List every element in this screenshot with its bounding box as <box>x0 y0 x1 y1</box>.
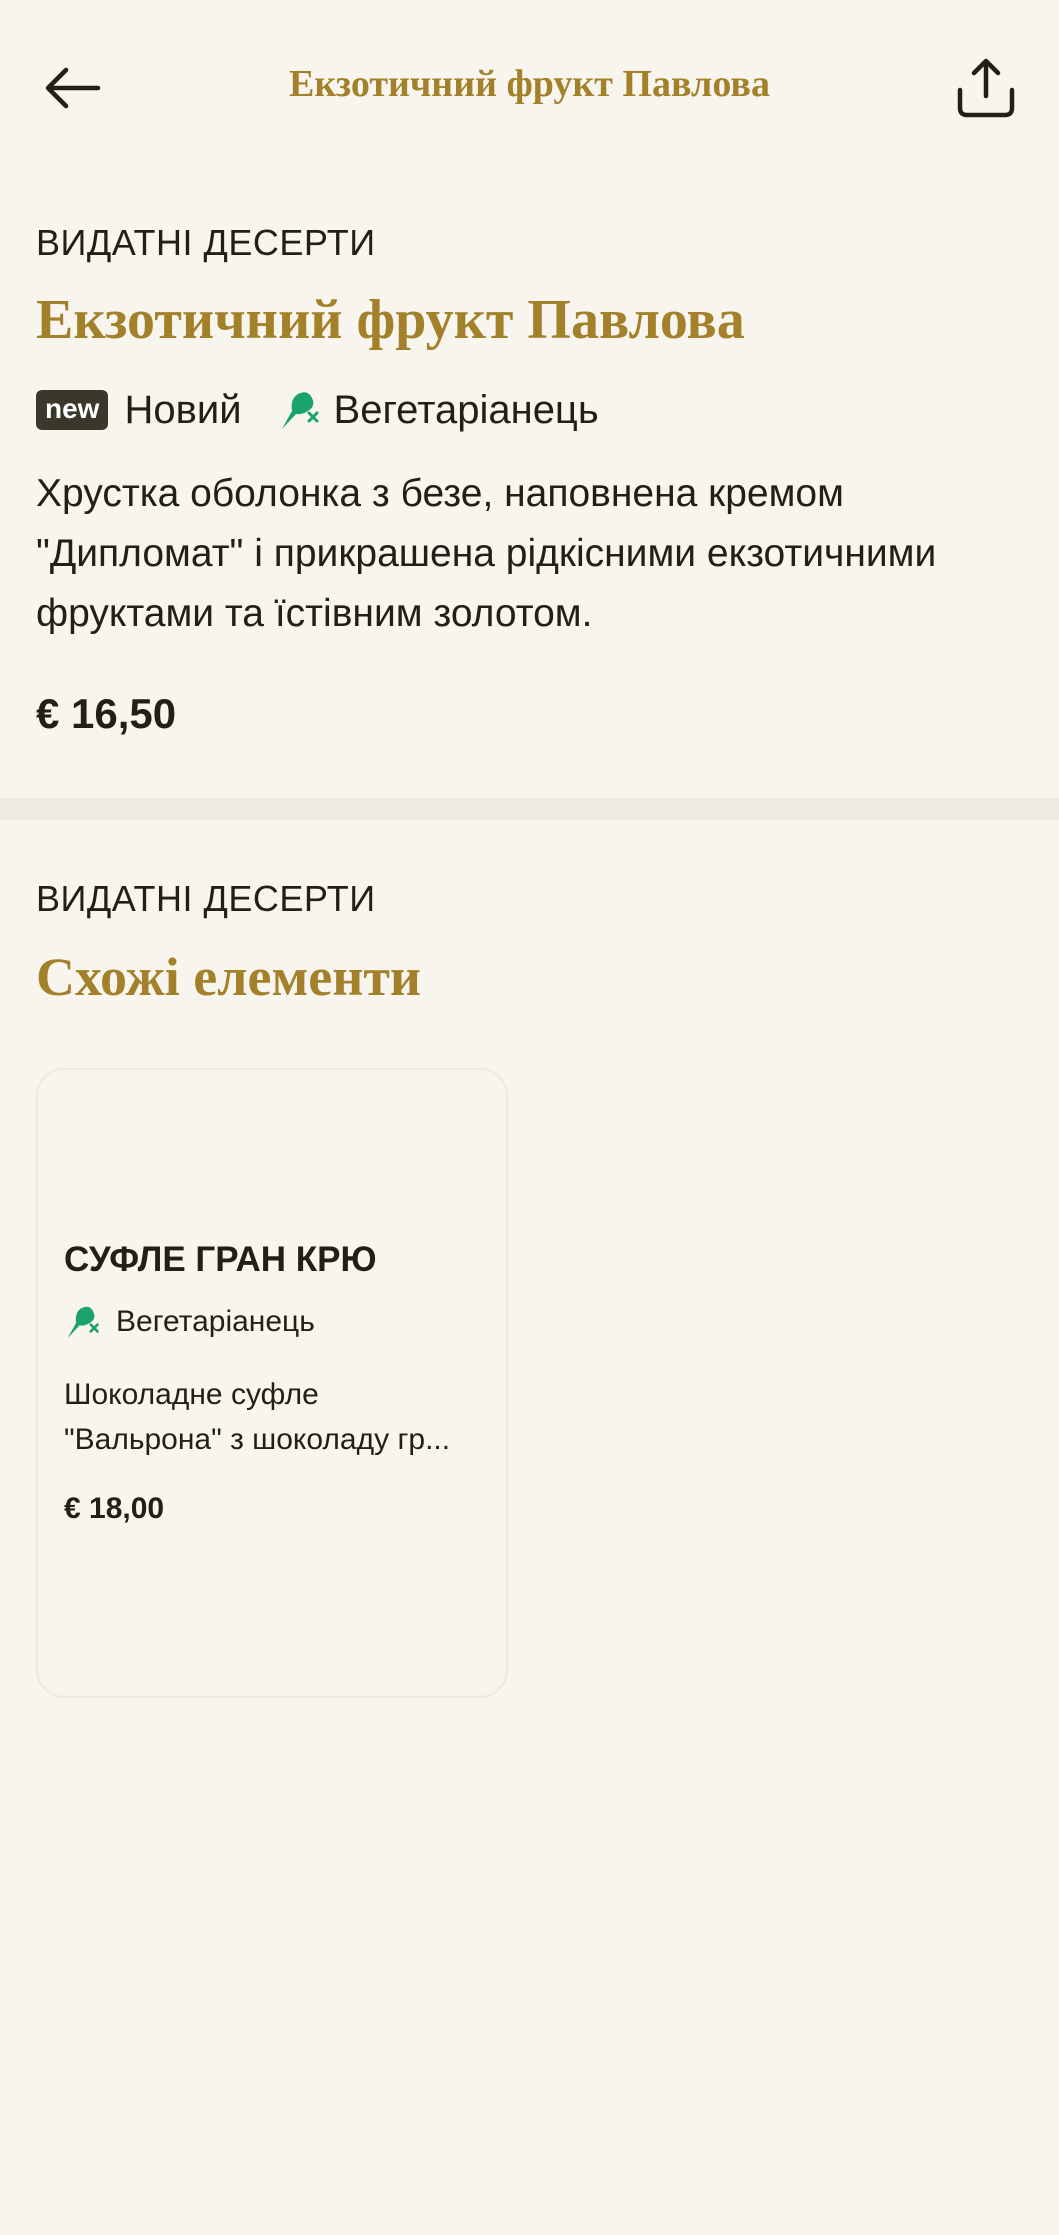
product-section: ВИДАТНІ ДЕСЕРТИ Екзотичний фрукт Павлова… <box>0 170 1059 798</box>
related-item-description: Шоколадне суфле "Вальрона" з шоколаду гр… <box>64 1372 484 1462</box>
topbar-title: Екзотичний фрукт Павлова <box>289 63 770 105</box>
share-icon <box>957 58 1015 118</box>
product-price: € 16,50 <box>36 690 177 737</box>
related-item-desc-line: "Вальрона" з шоколаду гр... <box>64 1423 451 1456</box>
new-badge: new <box>36 390 109 430</box>
tag-vegetarian-label: Вегетаріанець <box>333 387 599 432</box>
back-button[interactable] <box>36 52 108 124</box>
related-item-title: СУФЛЕ ГРАН КРЮ <box>64 1240 377 1279</box>
related-item-tag-label: Вегетаріанець <box>116 1305 315 1338</box>
product-category: ВИДАТНІ ДЕСЕРТИ <box>36 222 376 263</box>
vegetarian-icon <box>281 392 319 429</box>
related-title: Схожі елементи <box>36 947 421 1007</box>
related-item-desc-line: Шоколадне суфле <box>64 1378 319 1411</box>
related-category: ВИДАТНІ ДЕСЕРТИ <box>36 878 376 919</box>
related-item-card[interactable]: СУФЛЕ ГРАН КРЮ Вегетаріанець Шоколадне с… <box>36 1068 508 1698</box>
vegetarian-icon <box>67 1306 99 1339</box>
related-item-price: € 18,00 <box>64 1492 165 1525</box>
product-title: Екзотичний фрукт Павлова <box>36 289 745 351</box>
arrow-left-icon <box>45 67 101 109</box>
product-description: Хрустка оболонка з безе, наповнена кремо… <box>36 472 937 635</box>
top-bar: Екзотичний фрукт Павлова <box>0 0 1059 170</box>
tag-new-label: Новий <box>124 387 242 432</box>
section-divider <box>0 798 1059 820</box>
share-button[interactable] <box>950 48 1022 128</box>
product-tags: new Новий Вегетаріанець <box>36 382 599 438</box>
related-item-tag: Вегетаріанець <box>64 1300 315 1344</box>
